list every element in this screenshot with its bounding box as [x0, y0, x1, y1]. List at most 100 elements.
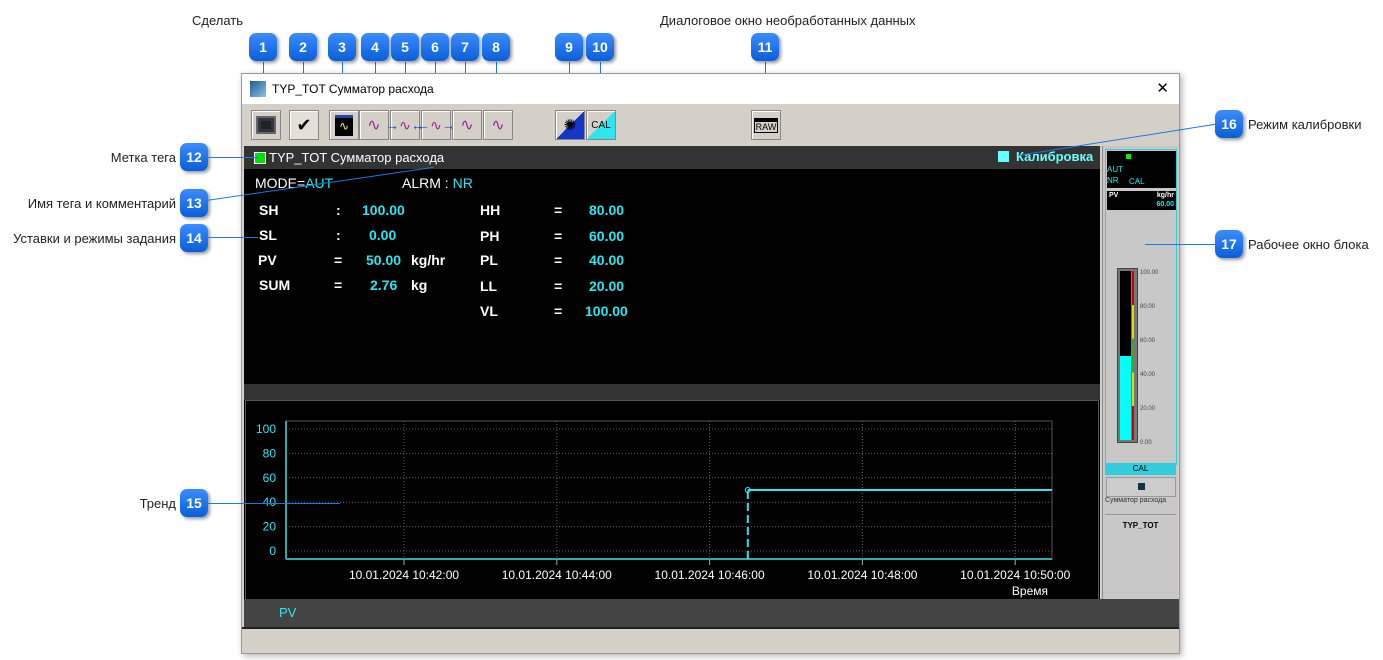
callout-label-1: Сделать [192, 13, 244, 28]
callout-label-15: Тренд [139, 496, 176, 511]
param-name: SL [259, 227, 277, 243]
callout-badge: 12 [180, 143, 208, 171]
wave-vertical-out-icon: ∿ [491, 117, 505, 134]
param-unit: kg/hr [411, 252, 446, 268]
param-unit: kg [411, 277, 428, 293]
window-title: TYP_TOT Сумматор расхода [272, 82, 434, 96]
callout-badge: 8 [482, 33, 510, 61]
param-name: PH [480, 228, 500, 244]
calibration-label: Калибровка [1016, 149, 1094, 164]
block-pv: PV kg/hr 60.00 [1107, 191, 1176, 210]
block-window: AUT NR CAL PV kg/hr 60.00 100.00 80.00 60.… [1102, 146, 1178, 599]
wave-vertical-in-icon: ∿ [460, 117, 474, 134]
cal-label: CAL [591, 119, 611, 131]
param-sep: = [334, 277, 343, 293]
block-alarm: NR [1107, 176, 1119, 185]
block-cal: CAL [1129, 177, 1145, 186]
trend-panel: 10080604020010.01.2024 10:42:0010.01.202… [245, 400, 1099, 600]
param-value-sum: 2.76 [370, 277, 398, 293]
callout-badge: 13 [180, 189, 208, 217]
calibration-button[interactable]: CAL [586, 110, 616, 140]
title-bar: TYP_TOT Сумматор расхода ✕ [242, 74, 1179, 104]
tag-name: TYP_TOT Сумматор расхода [269, 150, 445, 165]
alarm-lamp-icon: ✺ [563, 117, 577, 134]
param-value-sh: 100.00 [362, 202, 405, 218]
callout-label-11: Диалоговое окно необработанных данных [660, 13, 916, 28]
param-value-hh: 80.00 [589, 202, 625, 218]
param-name: PL [480, 252, 498, 268]
param-name: VL [480, 303, 498, 319]
param-name: LL [480, 278, 498, 294]
screenshot-button[interactable] [251, 110, 281, 140]
callout-label-16: Режим калибровки [1248, 117, 1362, 132]
bar-scale-label: 0.00 [1140, 440, 1152, 446]
trend-icon: ∿ [335, 114, 353, 136]
callout-badge: 1 [249, 33, 277, 61]
close-button[interactable]: ✕ [1156, 79, 1169, 97]
callout-badge: 10 [586, 33, 614, 61]
legend-bar: PV [244, 599, 1179, 627]
block-comment: Сумматор расхода [1105, 497, 1167, 504]
x-tick-label: 10.01.2024 10:50:00 [960, 568, 1070, 582]
x-tick-label: 10.01.2024 10:42:00 [349, 568, 459, 582]
y-tick-label: 0 [269, 544, 276, 558]
param-name: SH [259, 202, 279, 218]
param-sep: = [554, 303, 563, 319]
param-sep: = [554, 228, 563, 244]
param-value-ll: 20.00 [589, 278, 625, 294]
param-sep: = [554, 202, 563, 218]
callout-label-14: Уставки и режимы задания [13, 231, 176, 246]
pv-bargraph [1117, 268, 1138, 443]
check-icon: ✔ [296, 114, 312, 135]
x-tick-label: 10.01.2024 10:46:00 [655, 568, 765, 582]
y-tick-label: 60 [263, 471, 277, 485]
param-value-vl: 100.00 [585, 303, 628, 319]
callout-badge: 7 [451, 33, 479, 61]
trend-window-button[interactable]: ∿ [329, 110, 359, 140]
block-pv-value: 60.00 [1156, 201, 1174, 208]
callout-badge: 6 [421, 33, 449, 61]
alarm-value: NR [452, 175, 473, 191]
wave-shrink-icon: ←∿→ [416, 116, 456, 133]
zoom-out-vertical-button[interactable]: ∿ [483, 110, 513, 140]
param-value-pl: 40.00 [589, 252, 625, 268]
alarm-ack-button[interactable]: ✺ [555, 110, 585, 140]
y-tick-label: 100 [256, 422, 276, 436]
y-tick-label: 20 [263, 520, 277, 534]
tag-status-mark [254, 152, 266, 164]
block-mode: AUT [1107, 165, 1123, 174]
callout-badge: 9 [555, 33, 583, 61]
pv-bar-fill [1120, 355, 1131, 440]
computer-icon [256, 116, 276, 134]
tag-header: TYP_TOT Сумматор расхода Калибровка [244, 146, 1100, 169]
splitter[interactable] [244, 384, 1100, 400]
zoom-out-horizontal-button[interactable]: ←∿→ [416, 110, 456, 140]
zoom-in-vertical-button[interactable]: ∿ [452, 110, 482, 140]
bar-scale-label: 60.00 [1140, 338, 1156, 344]
param-sep: = [554, 278, 563, 294]
callout-badge: 5 [391, 33, 419, 61]
callout-badge: 14 [180, 224, 208, 252]
param-sep: : [336, 227, 341, 243]
faceplate-panel: TYP_TOT Сумматор расхода Калибровка MODE… [244, 146, 1100, 600]
block-cal-bar: CAL [1105, 463, 1176, 475]
callout-badge: 17 [1215, 230, 1243, 258]
block-status: AUT NR CAL [1107, 151, 1176, 188]
alarm-label: ALRM : [402, 175, 453, 191]
wave-pause-icon: ∿ [367, 117, 381, 134]
legend-pv[interactable]: PV [279, 605, 296, 620]
callout-label-12: Метка тега [110, 150, 176, 165]
callout-label-13: Имя тега и комментарий [27, 196, 176, 211]
param-value-ph: 60.00 [589, 228, 625, 244]
param-sep: = [554, 252, 563, 268]
param-sep: = [334, 252, 343, 268]
callout-badge: 16 [1215, 110, 1243, 138]
faceplate-window: TYP_TOT Сумматор расхода ✕ ✔ ∿ ∿ →∿← ←∿→… [241, 73, 1180, 654]
block-tag: TYP_TOT [1105, 514, 1176, 537]
x-tick-label: 10.01.2024 10:48:00 [807, 568, 917, 582]
block-button[interactable] [1106, 477, 1176, 497]
param-name: PV [258, 252, 277, 268]
raw-data-button[interactable]: RAW [751, 110, 781, 140]
confirm-button[interactable]: ✔ [289, 110, 319, 140]
callout-badge: 2 [289, 33, 317, 61]
